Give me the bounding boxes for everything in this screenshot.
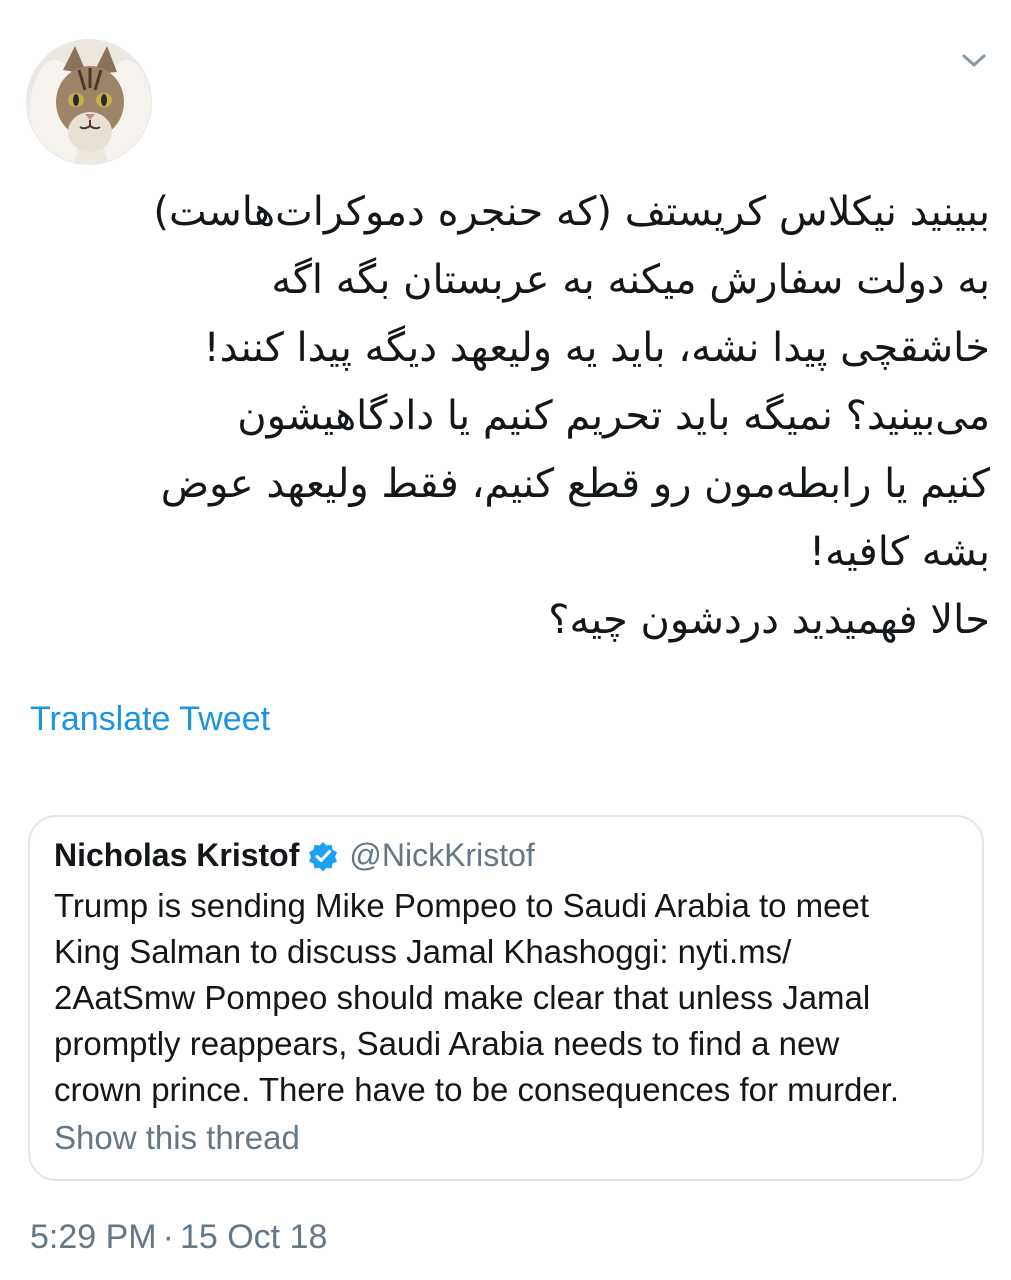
quoted-author-name: Nicholas Kristof xyxy=(54,837,300,873)
quoted-text-line: promptly reappears, Saudi Arabia needs t… xyxy=(54,1025,840,1062)
quoted-author-handle: @NickKristof xyxy=(349,837,535,873)
tweet-text-line: می‌بینید؟ نمیگه باید تحریم کنیم یا دادگا… xyxy=(237,393,990,439)
tweet-text-line: خاشقچی پیدا نشه، باید یه ولیعهد دیگه پید… xyxy=(203,325,990,371)
quoted-tweet-text: Trump is sending Mike Pompeo to Saudi Ar… xyxy=(54,883,964,1113)
tweet-date: 15 Oct 18 xyxy=(179,1218,328,1256)
tweet-text-line: به دولت سفارش میکنه به عربستان بگه اگه xyxy=(271,257,990,303)
tweet-text: ببینید نیکلاس کریستف (که حنجره دموکرات‌ه… xyxy=(20,178,990,654)
quoted-text-line: 2AatSmw Pompeo should make clear that un… xyxy=(54,979,871,1016)
tweet-timestamp[interactable]: 5:29 PM · 15 Oct 18 xyxy=(30,1218,327,1257)
quoted-text-line: Trump is sending Mike Pompeo to Saudi Ar… xyxy=(54,887,870,924)
avatar[interactable] xyxy=(26,39,152,165)
show-thread-link[interactable]: Show this thread xyxy=(54,1119,300,1157)
tweet-text-line: بشه کافیه! xyxy=(809,529,990,575)
quoted-tweet-header: Nicholas Kristof @NickKristof xyxy=(54,837,535,874)
tweet-time: 5:29 PM xyxy=(30,1218,157,1256)
cat-avatar-icon xyxy=(27,40,151,164)
quoted-text-line: crown prince. There have to be consequen… xyxy=(54,1071,900,1108)
tweet-text-line: حالا فهمیدید دردشون چیه؟ xyxy=(548,597,990,643)
tweet-options-button[interactable] xyxy=(958,48,990,72)
quoted-text-line: King Salman to discuss Jamal Khashoggi: … xyxy=(54,933,792,970)
quoted-tweet[interactable]: Nicholas Kristof @NickKristof Trump is s… xyxy=(28,815,984,1181)
tweet-text-line: ببینید نیکلاس کریستف (که حنجره دموکرات‌ه… xyxy=(153,189,990,235)
verified-badge-icon xyxy=(307,840,339,872)
tweet-text-line: کنیم یا رابطه‌مون رو قطع کنیم، فقط ولیعه… xyxy=(160,461,990,507)
chevron-down-icon xyxy=(962,54,986,67)
translate-tweet-link[interactable]: Translate Tweet xyxy=(30,700,270,739)
meta-separator: · xyxy=(162,1218,174,1256)
